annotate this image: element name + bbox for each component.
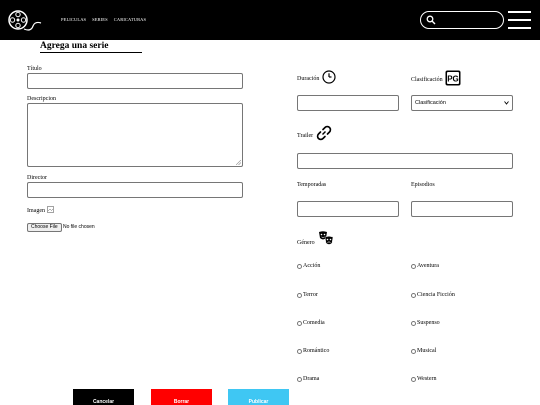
choose-file-button[interactable]: Choose File	[27, 223, 62, 232]
genre-label: Terror	[303, 292, 318, 298]
genre-label: Ciencia Ficción	[417, 292, 455, 298]
temporadas-input[interactable]	[297, 201, 399, 217]
page-title: Agrega una serie	[40, 41, 142, 53]
genre-radio-romantico[interactable]: Romántico	[297, 348, 329, 354]
main-nav: PELICULAS SERIES CARICATURAS	[61, 17, 146, 22]
trailer-input[interactable]	[297, 153, 513, 169]
radio-circle[interactable]	[411, 348, 416, 354]
genero-label: Género	[297, 240, 315, 246]
genre-radio-terror[interactable]: Terror	[297, 292, 318, 298]
genre-label: Romántico	[303, 348, 330, 354]
radio-circle[interactable]	[411, 263, 416, 269]
search-input[interactable]	[420, 11, 504, 29]
hamburger-menu-icon[interactable]	[508, 10, 531, 30]
link-icon	[316, 125, 332, 141]
trailer-label: Trailer	[297, 133, 314, 139]
titulo-input[interactable]	[27, 73, 243, 89]
genre-radio-comedia[interactable]: Comedia	[297, 320, 325, 326]
genre-radio-aventura[interactable]: Aventura	[411, 263, 439, 269]
genre-radio-ciencia-ficcion[interactable]: Ciencia Ficción	[411, 292, 455, 298]
resize-handle-icon[interactable]	[236, 160, 241, 165]
director-label: Director	[27, 175, 47, 181]
genre-label: Suspenso	[417, 320, 440, 326]
nav-item-series[interactable]: SERIES	[92, 17, 108, 22]
search-icon	[426, 15, 436, 25]
clasificacion-label: Clasificación	[411, 77, 443, 83]
director-input[interactable]	[27, 182, 243, 198]
chevron-down-icon	[504, 101, 509, 105]
titulo-label: Título	[27, 66, 42, 72]
imagen-label: Imagen	[27, 208, 45, 214]
genre-label: Western	[417, 376, 437, 382]
radio-circle[interactable]	[297, 348, 302, 354]
genre-radio-musical[interactable]: Musical	[411, 348, 436, 354]
broken-image-icon	[47, 206, 54, 213]
genre-radio-drama[interactable]: Drama	[297, 376, 319, 382]
delete-button[interactable]: Borrar	[151, 389, 212, 405]
file-status: No file chosen	[63, 224, 95, 230]
genre-label: Musical	[417, 348, 437, 354]
radio-circle[interactable]	[297, 376, 302, 382]
episodios-input[interactable]	[411, 201, 513, 217]
genre-label: Drama	[303, 376, 320, 382]
radio-circle[interactable]	[411, 292, 416, 298]
nav-item-caricaturas[interactable]: CARICATURAS	[114, 17, 146, 22]
imagen-label-row: Imagen	[27, 206, 54, 214]
temporadas-label: Temporadas	[297, 182, 327, 188]
duracion-input[interactable]	[297, 95, 399, 111]
clock-icon	[322, 70, 336, 84]
radio-circle[interactable]	[297, 320, 302, 326]
radio-circle[interactable]	[297, 292, 302, 298]
theater-masks-icon	[318, 231, 333, 245]
pg-rating-icon: PG	[445, 70, 461, 86]
svg-text:PG: PG	[447, 75, 459, 84]
genre-label: Aventura	[417, 263, 439, 269]
episodios-label: Episodios	[411, 182, 435, 188]
radio-circle[interactable]	[411, 376, 416, 382]
descripcion-label: Descripcion	[27, 96, 56, 102]
radio-circle[interactable]	[411, 320, 416, 326]
clasificacion-label-row: Clasificación PG	[411, 70, 461, 86]
genre-label: Comedia	[303, 320, 325, 326]
film-reel-logo-icon[interactable]	[7, 9, 43, 33]
trailer-label-row: Trailer	[297, 125, 333, 142]
descripcion-textarea[interactable]	[27, 103, 243, 167]
cancel-button[interactable]: Cancelar	[73, 389, 134, 405]
duracion-label: Duración	[297, 76, 320, 82]
genre-radio-accion[interactable]: Acción	[297, 263, 320, 269]
genre-label: Acción	[303, 263, 321, 269]
clasificacion-select[interactable]: Clasificación	[411, 95, 513, 111]
genre-radio-western[interactable]: Western	[411, 376, 437, 382]
genre-radio-suspenso[interactable]: Suspenso	[411, 320, 440, 326]
nav-item-peliculas[interactable]: PELICULAS	[61, 17, 86, 22]
genero-label-row: Género	[297, 231, 335, 248]
clasificacion-selected: Clasificación	[415, 100, 446, 106]
duracion-label-row: Duración	[297, 70, 336, 84]
top-navbar: PELICULAS SERIES CARICATURAS	[0, 0, 540, 40]
radio-circle[interactable]	[297, 263, 302, 269]
publish-button[interactable]: Publicar	[228, 389, 289, 405]
